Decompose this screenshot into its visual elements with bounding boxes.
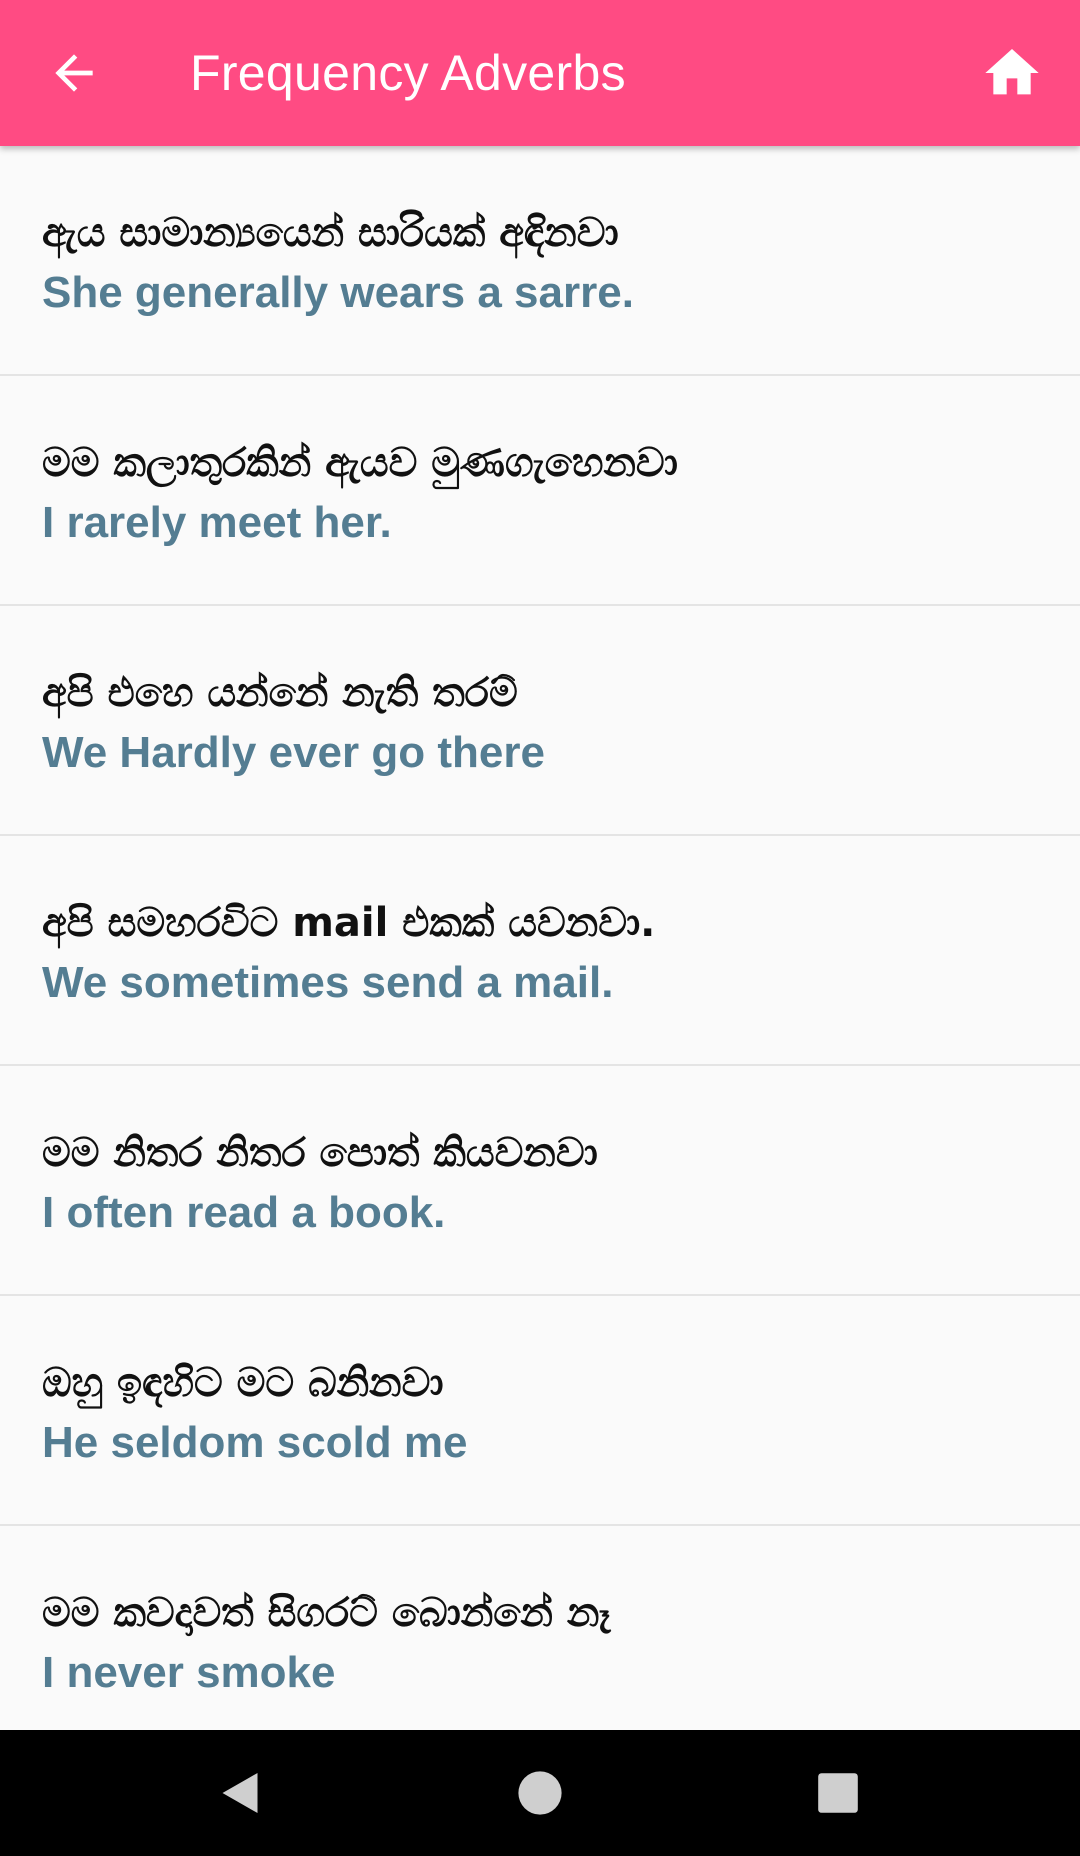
list-item[interactable]: ඇය සාමාන්‍යයෙන් සාරියක් අඳිනවා She gener… [0,146,1080,376]
back-button[interactable] [34,33,114,113]
english-text: We sometimes send a mail. [42,958,614,1007]
list-item[interactable]: ඔහු ඉඳහිට මට බනිනවා He seldom scold me [0,1296,1080,1526]
sinhala-text: අපි එහෙ යන්නේ නැති තරම් [42,670,518,716]
page-title: Frequency Adverbs [190,45,626,101]
sinhala-text: ඔහු ඉඳහිට මට බනිනවා [42,1360,444,1406]
sinhala-text: මම කවදාවත් සිගරට් බොන්නේ නෑ [42,1590,611,1636]
list-item[interactable]: මම කවදාවත් සිගරට් බොන්නේ නෑ I never smok… [0,1526,1080,1730]
english-text: We Hardly ever go there [42,728,545,777]
sinhala-text: අපි සමහරවිට mail එකක් යවනවා. [42,900,656,946]
nav-recents-button[interactable] [798,1753,878,1833]
sinhala-text: මම කලාතුරකින් ඇයව මුණගැහෙනවා [42,440,678,486]
circle-home-icon [518,1771,562,1815]
nav-home-button[interactable] [500,1753,580,1833]
app-bar: Frequency Adverbs [0,0,1080,146]
english-text: He seldom scold me [42,1418,468,1467]
arrow-back-icon [55,54,93,92]
list-item[interactable]: මම කලාතුරකින් ඇයව මුණගැහෙනවා I rarely me… [0,376,1080,606]
nav-back-button[interactable] [200,1753,280,1833]
list-item[interactable]: අපි සමහරවිට mail එකක් යවනවා. We sometime… [0,836,1080,1066]
sinhala-text: මම නිතර නිතර පොත් කියවනවා [42,1130,598,1176]
system-nav-bar [0,1730,1080,1856]
square-recents-icon [818,1773,858,1813]
english-text: I rarely meet her. [42,498,392,547]
sinhala-text: ඇය සාමාන්‍යයෙන් සාරියක් අඳිනවා [42,210,619,256]
english-text: I often read a book. [42,1188,446,1237]
home-icon [985,49,1039,95]
list-item[interactable]: මම නිතර නිතර පොත් කියවනවා I often read a… [0,1066,1080,1296]
english-text: She generally wears a sarre. [42,268,634,317]
phrase-list: ඇය සාමාන්‍යයෙන් සාරියක් අඳිනවා She gener… [0,146,1080,1730]
home-button[interactable] [962,33,1062,113]
list-item[interactable]: අපි එහෙ යන්නේ නැති තරම් We Hardly ever g… [0,606,1080,836]
triangle-back-icon [222,1773,258,1813]
english-text: I never smoke [42,1648,336,1697]
